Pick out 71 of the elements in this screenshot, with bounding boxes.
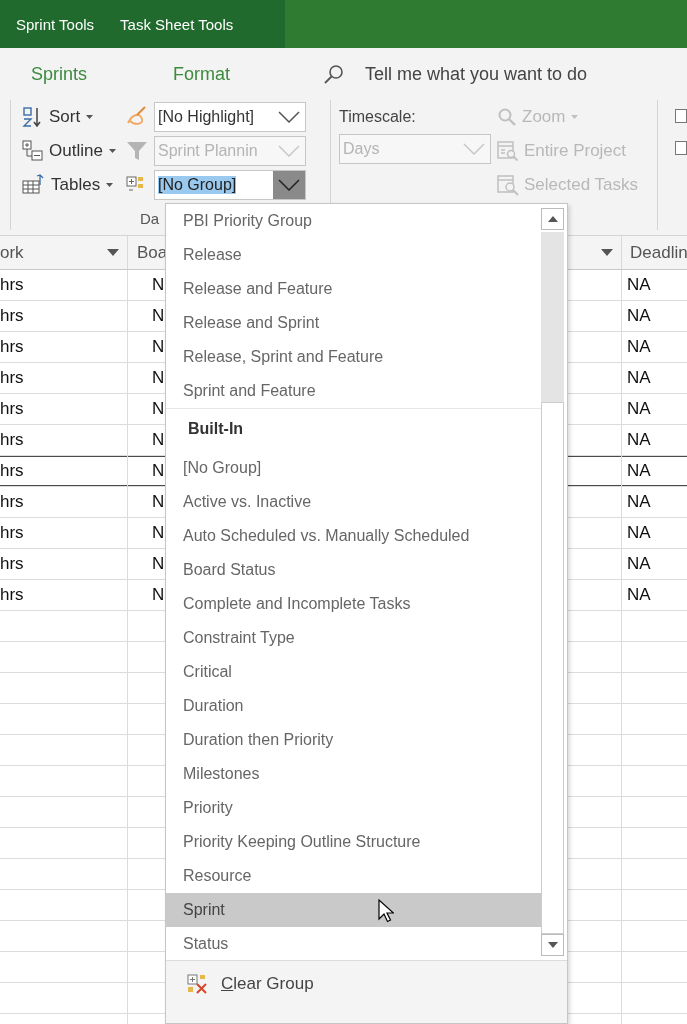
scroll-down-button[interactable] [541, 934, 564, 956]
table-cell: hrs [0, 456, 128, 486]
checkbox[interactable] [675, 109, 687, 123]
clear-group-button[interactable]: Clear Group [166, 967, 314, 1001]
clear-group-icon [187, 973, 209, 995]
table-icon [22, 174, 46, 196]
table-cell-text: NA [626, 274, 652, 296]
table-cell: hrs [0, 270, 128, 300]
zoom-icon [497, 107, 517, 127]
menu-item[interactable]: Duration [166, 689, 541, 723]
table-cell-text: NA [626, 522, 652, 544]
dropdown-arrow-icon[interactable] [107, 249, 119, 256]
menu-item[interactable]: Release [166, 238, 541, 272]
menu-item[interactable]: Constraint Type [166, 621, 541, 655]
search-icon[interactable] [323, 63, 345, 85]
caret-icon [108, 149, 116, 153]
ribbon-button[interactable]: Sort [22, 100, 125, 134]
combo-box[interactable]: [No Group] [154, 170, 306, 200]
dropdown-arrow-icon[interactable] [601, 249, 613, 256]
tell-me-field[interactable]: Tell me what you want to do [365, 63, 588, 85]
menu-item[interactable]: Priority Keeping Outline Structure [166, 825, 541, 859]
table-cell: hrs [0, 487, 128, 517]
checkbox[interactable] [675, 141, 687, 155]
table-cell: hrs [0, 332, 128, 362]
table-cell: hrs [0, 363, 128, 393]
caret-icon [106, 183, 114, 187]
menu-item[interactable]: Duration then Priority [166, 723, 541, 757]
menu-item[interactable]: Milestones [166, 757, 541, 791]
table-cell-text: NA [626, 305, 652, 327]
menu-item[interactable]: Sprint [166, 893, 541, 927]
table-cell: hrs [0, 394, 128, 424]
menu-item[interactable]: Status [166, 927, 541, 961]
column-header[interactable]: Deadlin [622, 236, 687, 269]
caret-icon [86, 115, 94, 119]
table-cell: hrs [0, 580, 128, 610]
table-cell: hrs [0, 301, 128, 331]
mouse-pointer-icon [378, 899, 394, 923]
contextual-tab[interactable]: Sprint Tools [8, 11, 103, 37]
table-cell-text: NA [626, 336, 652, 358]
ribbon-tab[interactable]: Format [173, 63, 315, 85]
calendar-search-icon [497, 140, 519, 162]
up-arrow-icon [547, 216, 558, 222]
contextual-tab[interactable]: Task Sheet Tools [112, 11, 242, 37]
menu-item[interactable]: Critical [166, 655, 541, 689]
table-cell-text: NA [626, 367, 652, 389]
down-arrow-icon [547, 942, 558, 948]
calendar-search-icon [497, 174, 519, 196]
table-cell: hrs [0, 518, 128, 548]
menu-item[interactable]: Priority [166, 791, 541, 825]
menu-item[interactable]: Resource [166, 859, 541, 893]
scroll-thumb[interactable] [541, 232, 564, 402]
timescale-label: Timescale: [339, 107, 417, 127]
table-cell-text: NA [626, 584, 652, 606]
combo-box[interactable]: [No Highlight] [154, 102, 306, 132]
sort-icon [22, 106, 44, 128]
table-cell-text: NA [626, 491, 652, 513]
table-cell-text: NA [626, 429, 652, 451]
scroll-up-button[interactable] [541, 208, 564, 230]
table-cell-text: NA [626, 460, 652, 482]
menu-item[interactable]: Active vs. Inactive [166, 485, 541, 519]
table-cell-text: NA [626, 553, 652, 575]
group-label: Da [139, 210, 160, 227]
ribbon-tab[interactable]: Sprints [31, 63, 173, 85]
table-cell: hrs [0, 549, 128, 579]
table-cell-text: NA [626, 398, 652, 420]
menu-item[interactable]: PBI Priority Group [166, 204, 541, 238]
outline-icon [22, 140, 44, 162]
ribbon-button[interactable]: Tables [22, 168, 125, 202]
column-header[interactable]: ork [0, 236, 128, 269]
table-cell: hrs [0, 425, 128, 455]
ribbon-button[interactable]: Outline [22, 134, 125, 168]
